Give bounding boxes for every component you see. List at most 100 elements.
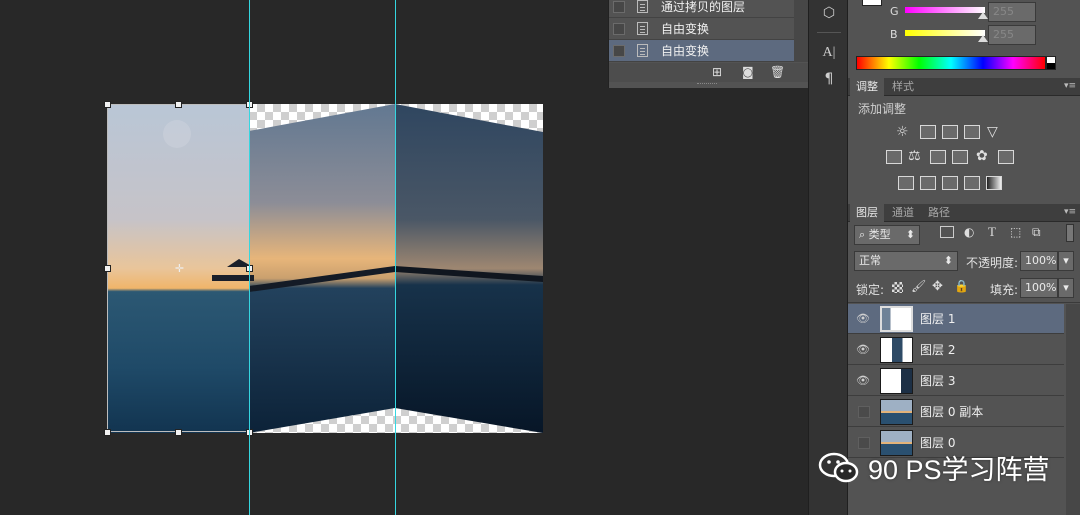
tab-adjustments[interactable]: 调整 (850, 78, 884, 96)
opacity-label: 不透明度: (966, 256, 1019, 270)
layer-filter-kind-select[interactable]: ⌕ 类型 ⬍ (854, 225, 920, 245)
fill-label: 填充: (990, 283, 1019, 297)
paragraph-panel-icon[interactable]: ¶ (818, 68, 840, 90)
gradient-map-icon[interactable] (986, 176, 1002, 190)
levels-icon[interactable] (920, 125, 936, 139)
tab-layers[interactable]: 图层 (850, 204, 884, 222)
character-panel-icon[interactable]: A| (818, 42, 840, 64)
color-spectrum-ramp[interactable] (856, 56, 1046, 70)
lock-position-icon[interactable]: ✥ (932, 279, 943, 294)
watermark: 90 PS学习阵营 (818, 448, 1050, 487)
blue-slider-thumb[interactable] (978, 35, 988, 42)
photo-filter-icon[interactable] (952, 150, 968, 164)
tab-paths[interactable]: 路径 (922, 204, 956, 222)
fill-input[interactable]: 100% (1020, 278, 1058, 298)
visibility-toggle-off[interactable] (858, 436, 870, 449)
filter-pixel-icon[interactable] (940, 226, 954, 238)
history-step-icon (637, 22, 648, 35)
history-footer: ⊞ ◙ 🗑 (609, 63, 808, 82)
history-snapshot-checkbox[interactable] (613, 22, 625, 35)
history-scrollbar[interactable] (794, 0, 808, 62)
visibility-toggle-off[interactable] (858, 405, 870, 418)
layer-thumbnail (880, 336, 913, 363)
3d-cube-icon[interactable]: ⬡ (818, 2, 840, 24)
color-balance-icon[interactable]: ⚖ (908, 148, 921, 164)
green-value-field[interactable]: 255 (988, 2, 1036, 22)
green-slider-thumb[interactable] (978, 12, 988, 19)
filter-toggle[interactable] (1066, 224, 1074, 242)
layers-scrollbar[interactable] (1066, 304, 1080, 515)
right-panel-dock: G 255 B 255 调整 样式 ▾≡ 添加调整 ☼ ▽ ⚖ ✿ 图层 通道 … (848, 0, 1080, 515)
blend-mode-label: 正常 (859, 254, 881, 267)
posterize-icon[interactable] (920, 176, 936, 190)
lock-all-icon[interactable]: 🔒 (954, 279, 969, 293)
channel-mixer-icon[interactable]: ✿ (976, 148, 988, 164)
transform-handle-bl[interactable] (104, 429, 111, 436)
transform-handle-bm[interactable] (175, 429, 182, 436)
layer-name[interactable]: 图层 1 (920, 310, 955, 327)
channel-label-b: B (890, 28, 898, 41)
layer-row[interactable]: 图层 0 副本 (848, 397, 1064, 427)
exposure-icon[interactable] (964, 125, 980, 139)
vibrance-icon[interactable]: ▽ (987, 124, 998, 140)
layer-row[interactable]: 👁 图层 2 (848, 335, 1064, 365)
history-step-icon (637, 0, 648, 13)
green-slider-track[interactable] (905, 7, 985, 13)
history-item[interactable]: 自由变换 (609, 18, 794, 40)
adjustments-heading: 添加调整 (858, 102, 907, 116)
panel-icon-strip: ⬡ A| ¶ (808, 0, 848, 515)
filter-adjustment-icon[interactable]: ◐ (964, 225, 974, 239)
layer-name[interactable]: 图层 2 (920, 341, 955, 358)
invert-icon[interactable] (898, 176, 914, 190)
guide-vertical-2[interactable] (395, 0, 396, 515)
selective-color-icon[interactable] (964, 176, 980, 190)
history-snapshot-checkbox[interactable] (613, 0, 625, 13)
visibility-eye-icon[interactable]: 👁 (856, 374, 870, 387)
history-item-label: 通过拷贝的图层 (661, 0, 746, 14)
visibility-eye-icon[interactable]: 👁 (856, 343, 870, 356)
fill-dropdown-button[interactable]: ▾ (1058, 278, 1074, 298)
threshold-icon[interactable] (942, 176, 958, 190)
foreground-swatch[interactable] (862, 0, 882, 6)
lock-transparent-pixels-icon[interactable] (892, 282, 903, 293)
opacity-input[interactable]: 100% (1020, 251, 1058, 271)
filter-smart-object-icon[interactable]: ⧉ (1032, 225, 1041, 240)
brightness-contrast-icon[interactable]: ☼ (896, 124, 909, 140)
trash-icon[interactable]: 🗑 (770, 65, 785, 79)
guide-vertical-1[interactable] (249, 0, 250, 515)
opacity-dropdown-button[interactable]: ▾ (1058, 251, 1074, 271)
panel-menu-icon[interactable]: ▾≡ (1064, 82, 1076, 91)
layer-row[interactable]: 👁 图层 1 (848, 304, 1064, 334)
black-white-icon[interactable] (930, 150, 946, 164)
panel-resize-grip[interactable] (697, 83, 717, 86)
hue-saturation-icon[interactable] (886, 150, 902, 164)
blend-mode-select[interactable]: 正常 ⬍ (854, 251, 958, 271)
layer-name[interactable]: 图层 3 (920, 372, 955, 389)
transform-handle-ml[interactable] (104, 265, 111, 272)
tab-styles[interactable]: 样式 (886, 78, 920, 96)
ramp-black-white[interactable] (1046, 56, 1056, 70)
filter-type-icon[interactable]: T (988, 224, 996, 240)
layers-tab-bar: 图层 通道 路径 ▾≡ (848, 204, 1080, 222)
layer-name[interactable]: 图层 0 副本 (920, 403, 983, 420)
history-snapshot-checkbox[interactable] (613, 44, 625, 57)
camera-icon[interactable]: ◙ (742, 65, 754, 79)
stepper-arrows-icon: ⬍ (943, 254, 953, 267)
blue-slider-track[interactable] (905, 30, 985, 36)
color-lookup-icon[interactable] (998, 150, 1014, 164)
reference-point-icon[interactable]: ✛ (174, 263, 185, 274)
transform-handle-tl[interactable] (104, 101, 111, 108)
lock-image-pixels-icon[interactable]: 🖌 (911, 279, 926, 293)
panel-menu-icon[interactable]: ▾≡ (1064, 208, 1076, 217)
channel-label-g: G (890, 5, 899, 18)
layer-row[interactable]: 👁 图层 3 (848, 366, 1064, 396)
visibility-eye-icon[interactable]: 👁 (856, 312, 870, 325)
curves-icon[interactable] (942, 125, 958, 139)
blue-value-field[interactable]: 255 (988, 25, 1036, 45)
tab-channels[interactable]: 通道 (886, 204, 920, 222)
new-document-from-state-icon[interactable]: ⊞ (712, 65, 722, 79)
transform-handle-tm[interactable] (175, 101, 182, 108)
filter-shape-icon[interactable]: ⬚ (1010, 225, 1021, 239)
history-item[interactable]: 通过拷贝的图层 (609, 0, 794, 18)
history-item-selected[interactable]: 自由变换 (609, 40, 794, 62)
